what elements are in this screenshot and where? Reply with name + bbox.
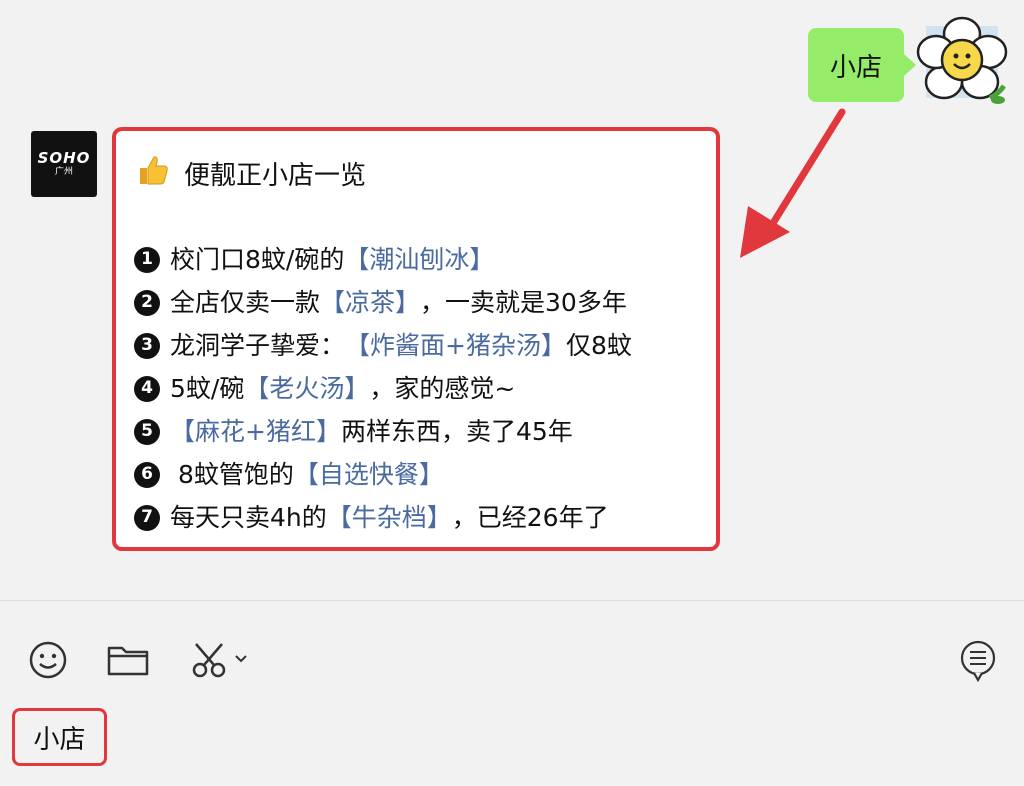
list-item-text: 8蚊管饱的 xyxy=(170,460,294,489)
number-badge: 2 xyxy=(134,289,160,316)
outgoing-message-bubble[interactable]: 小店 xyxy=(808,28,916,102)
list-item: 2 全店仅卖一款 【凉茶】 ，一卖就是30多年 xyxy=(134,281,724,324)
list-item-text-after: ，一卖就是30多年 xyxy=(420,288,627,317)
emoji-button[interactable] xyxy=(26,640,70,680)
message-title: 便靓正小店一览 xyxy=(184,161,367,191)
scissors-icon xyxy=(192,643,247,678)
shop-list: 1 校门口8蚊/碗的 【潮汕刨冰】 2 全店仅卖一款 【凉茶】 ，一卖就是30多… xyxy=(134,238,724,539)
number-badge: 5 xyxy=(134,418,160,445)
number-badge: 3 xyxy=(134,332,160,359)
chat-area: 小店 SOHO 广州 便靓正小店一览 1 校门口8蚊/碗的 【潮汕刨冰】 2 全… xyxy=(0,0,1024,600)
number-badge: 6 xyxy=(134,461,160,488)
emoji-icon xyxy=(29,641,67,679)
number-badge: 1 xyxy=(134,246,160,273)
chat-history-button[interactable] xyxy=(956,640,1000,682)
avatar-logo-text: SOHO xyxy=(37,149,91,167)
message-input[interactable]: 小店 xyxy=(12,708,107,766)
list-item-text-after: 仅8蚊 xyxy=(565,331,632,360)
list-item-keyword: 【潮汕刨冰】 xyxy=(344,245,495,274)
sender-avatar[interactable]: SOHO 广州 xyxy=(31,131,97,197)
list-item: 6 8蚊管饱的 【自选快餐】 xyxy=(134,453,724,496)
list-item-keyword: 【麻花+猪红】 xyxy=(170,417,341,446)
outgoing-message-text: 小店 xyxy=(829,52,882,83)
list-item-text: 全店仅卖一款 xyxy=(170,288,321,317)
incoming-message-card[interactable]: 便靓正小店一览 1 校门口8蚊/碗的 【潮汕刨冰】 2 全店仅卖一款 【凉茶】 … xyxy=(112,127,720,551)
screenshot-button[interactable] xyxy=(190,640,254,680)
list-item: 3 龙洞学子挚爱： 【炸酱面+猪杂汤】 仅8蚊 xyxy=(134,324,724,367)
list-item-text: 校门口8蚊/碗的 xyxy=(170,245,345,274)
list-item-text: 每天只卖4h的 xyxy=(170,503,327,532)
annotation-arrow xyxy=(740,108,846,258)
folder-icon xyxy=(107,646,149,676)
number-badge: 4 xyxy=(134,375,160,402)
list-item-keyword: 【老火汤】 xyxy=(244,374,370,403)
avatar-logo-subtext: 广州 xyxy=(54,167,73,177)
thumbs-up-icon xyxy=(136,153,170,194)
list-item-keyword: 【牛杂档】 xyxy=(326,503,452,532)
chat-history-icon xyxy=(960,640,996,682)
list-item: 5 【麻花+猪红】 两样东西，卖了45年 xyxy=(134,410,724,453)
list-item-text-after: ，家的感觉~ xyxy=(369,374,516,403)
list-item-text: 龙洞学子挚爱： xyxy=(170,331,346,360)
number-badge: 7 xyxy=(134,504,160,531)
file-button[interactable] xyxy=(106,640,150,680)
list-item-text-after: ，已经26年了 xyxy=(451,503,609,532)
list-item: 4 5蚊/碗 【老火汤】 ，家的感觉~ xyxy=(134,367,724,410)
list-item-keyword: 【炸酱面+猪杂汤】 xyxy=(345,331,566,360)
list-item: 1 校门口8蚊/碗的 【潮汕刨冰】 xyxy=(134,238,724,281)
self-avatar[interactable] xyxy=(912,12,1012,112)
list-item-keyword: 【凉茶】 xyxy=(320,288,421,317)
list-item-text: 5蚊/碗 xyxy=(170,374,245,403)
list-item-keyword: 【自选快餐】 xyxy=(293,460,444,489)
message-input-text: 小店 xyxy=(33,724,86,755)
list-item-text-after: 两样东西，卖了45年 xyxy=(340,417,573,446)
input-area xyxy=(0,601,1024,786)
list-item: 7 每天只卖4h的 【牛杂档】 ，已经26年了 xyxy=(134,496,724,539)
message-title-row: 便靓正小店一览 xyxy=(136,153,366,194)
